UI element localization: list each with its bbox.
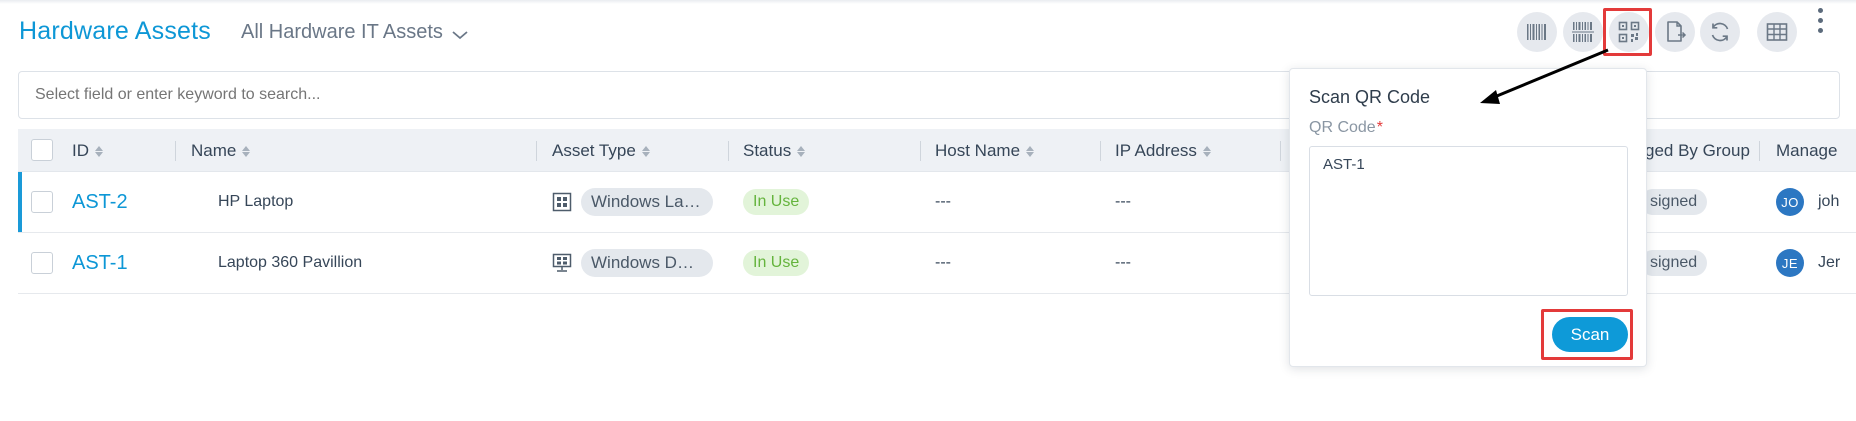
column-label: ged By Group [1645, 141, 1750, 160]
ip-address-cell: --- [1115, 233, 1131, 293]
asset-id-link[interactable]: AST-2 [72, 191, 128, 214]
asset-id-cell: AST-1 [72, 233, 128, 293]
ip-address-cell: --- [1115, 172, 1131, 232]
group-chip: signed [1640, 189, 1708, 215]
barcode-print-icon [1572, 22, 1594, 42]
export-file-icon [1667, 21, 1687, 42]
view-selector-dropdown[interactable]: All Hardware IT Assets [241, 21, 469, 44]
ip-address-value: --- [1115, 254, 1131, 271]
host-name-value: --- [935, 254, 951, 271]
refresh-button[interactable] [1700, 12, 1740, 52]
column-label: ID [72, 141, 89, 160]
barcode-scan-icon [1527, 24, 1546, 40]
column-header-status[interactable]: Status [743, 141, 806, 161]
column-header-ip-address[interactable]: IP Address [1115, 141, 1211, 161]
asset-type-cell: Windows Lap... [552, 172, 713, 232]
asset-id-cell: AST-2 [72, 172, 128, 232]
sort-icon [242, 145, 251, 157]
asset-name: Laptop 360 Pavillion [218, 254, 363, 271]
qr-code-field-label: QR Code* [1309, 119, 1383, 137]
status-cell: In Use [743, 233, 810, 293]
manager-name: joh [1818, 193, 1840, 210]
manager-cell: JE Jer [1776, 233, 1840, 293]
popup-title: Scan QR Code [1309, 87, 1431, 107]
refresh-icon [1711, 22, 1729, 42]
row-checkbox[interactable] [31, 191, 53, 213]
asset-name: HP Laptop [218, 193, 294, 210]
managed-group-cell: signed [1640, 233, 1708, 293]
column-divider[interactable] [536, 141, 537, 161]
avatar[interactable]: JO [1776, 188, 1804, 216]
scan-button[interactable]: Scan [1552, 317, 1628, 352]
qr-code-scan-button[interactable] [1609, 12, 1649, 52]
kebab-dot [1817, 17, 1823, 23]
sort-icon [95, 145, 103, 157]
row-checkbox[interactable] [31, 252, 53, 274]
manager-cell: JO joh [1776, 172, 1839, 232]
host-name-value: --- [935, 193, 951, 210]
status-badge: In Use [743, 250, 810, 276]
column-header-name[interactable]: Name [191, 141, 251, 161]
host-name-cell: --- [935, 233, 951, 293]
column-divider[interactable] [1280, 141, 1281, 161]
manager-name: Jer [1818, 254, 1841, 271]
column-divider[interactable] [920, 141, 921, 161]
asset-type-chip: Windows Lap... [581, 188, 713, 216]
status-badge: In Use [743, 189, 810, 215]
page-title: Hardware Assets [19, 17, 211, 45]
select-all-checkbox[interactable] [31, 139, 53, 161]
column-label: Manage [1776, 141, 1838, 160]
ip-address-value: --- [1115, 193, 1131, 210]
kebab-menu-icon [1817, 7, 1823, 13]
barcode-print-button[interactable] [1563, 12, 1603, 52]
required-marker: * [1376, 119, 1383, 136]
avatar[interactable]: JE [1776, 249, 1804, 277]
column-label: Host Name [935, 141, 1021, 160]
asset-name-cell: HP Laptop [218, 172, 293, 232]
chevron-down-icon [452, 30, 468, 39]
windows-laptop-icon [552, 192, 572, 212]
more-options-button[interactable] [1808, 4, 1832, 36]
column-divider[interactable] [1100, 141, 1101, 161]
column-label: IP Address [1115, 141, 1197, 160]
column-divider[interactable] [175, 141, 176, 161]
column-divider[interactable] [728, 141, 729, 161]
group-chip: signed [1640, 250, 1708, 276]
barcode-scan-button[interactable] [1517, 12, 1557, 52]
asset-id-link[interactable]: AST-1 [72, 252, 128, 275]
column-header-managed-by[interactable]: Manage [1776, 141, 1837, 161]
sort-icon [1202, 145, 1211, 157]
sort-icon [797, 145, 806, 157]
qr-code-scan-icon [1618, 21, 1640, 43]
host-name-cell: --- [935, 172, 951, 232]
column-header-asset-type[interactable]: Asset Type [552, 141, 650, 161]
view-selector-label: All Hardware IT Assets [241, 21, 443, 43]
column-header-managed-by-group[interactable]: ged By Group [1645, 141, 1750, 161]
column-header-id[interactable]: ID [72, 141, 103, 161]
table-columns-button[interactable] [1757, 12, 1797, 52]
kebab-dot [1817, 27, 1823, 33]
status-cell: In Use [743, 172, 810, 232]
managed-group-cell: signed [1640, 172, 1708, 232]
column-divider[interactable] [1759, 141, 1760, 161]
export-button[interactable] [1655, 12, 1695, 52]
table-columns-icon [1766, 23, 1788, 41]
column-header-host-name[interactable]: Host Name [935, 141, 1035, 161]
asset-type-cell: Windows Des... [552, 233, 713, 293]
column-label: Status [743, 141, 792, 160]
asset-name-cell: Laptop 360 Pavillion [218, 233, 362, 293]
qr-code-label-text: QR Code [1309, 119, 1376, 136]
column-label: Name [191, 141, 237, 160]
sort-icon [641, 145, 650, 157]
sort-icon [1026, 145, 1035, 157]
column-label: Asset Type [552, 141, 636, 160]
asset-type-chip: Windows Des... [581, 249, 713, 277]
windows-desktop-icon [552, 253, 572, 272]
scan-qr-code-popup: Scan QR Code QR Code* AST-1 Scan [1289, 68, 1647, 367]
qr-code-input[interactable]: AST-1 [1309, 146, 1628, 296]
